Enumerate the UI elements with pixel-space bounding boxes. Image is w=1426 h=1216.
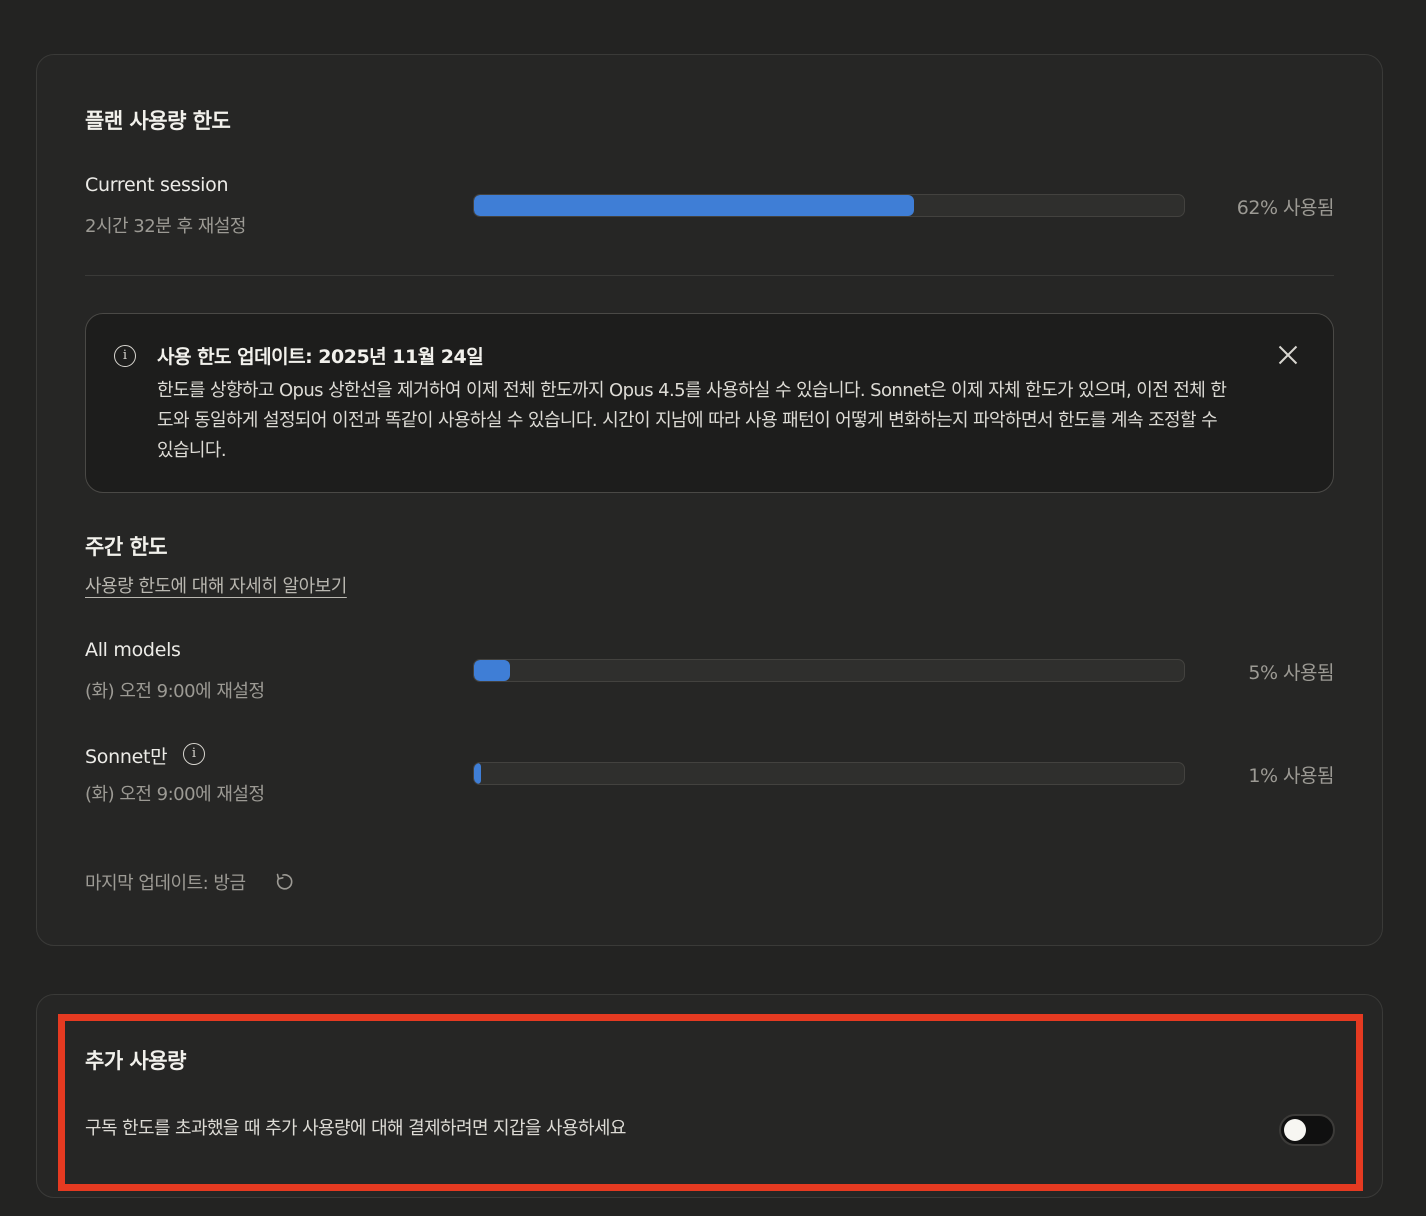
- all-models-reset: (화) 오전 9:00에 재설정: [85, 681, 265, 702]
- current-session-progress: [473, 194, 1185, 217]
- close-icon[interactable]: [1276, 342, 1300, 366]
- current-session-usage: 62% 사용됨: [1236, 197, 1335, 219]
- weekly-limits-heading: 주간 한도: [85, 535, 168, 559]
- notice-banner: i 사용 한도 업데이트: 2025년 11월 24일 한도를 상향하고 Opu…: [85, 313, 1334, 493]
- last-updated-text: 마지막 업데이트: 방금: [85, 873, 246, 894]
- sonnet-info-icon[interactable]: i: [183, 743, 205, 765]
- divider: [85, 275, 1334, 276]
- current-session-reset: 2시간 32분 후 재설정: [85, 216, 246, 237]
- all-models-progress-fill: [474, 660, 510, 681]
- sonnet-progress-fill: [474, 763, 482, 784]
- current-session-progress-fill: [474, 195, 915, 216]
- all-models-usage: 5% 사용됨: [1248, 662, 1334, 684]
- refresh-icon[interactable]: [274, 872, 294, 892]
- info-icon: i: [114, 345, 136, 367]
- current-session-label: Current session: [85, 174, 229, 196]
- toggle-knob: [1284, 1119, 1306, 1141]
- sonnet-reset: (화) 오전 9:00에 재설정: [85, 784, 265, 805]
- sonnet-progress: [473, 762, 1185, 785]
- notice-title: 사용 한도 업데이트: 2025년 11월 24일: [157, 346, 484, 368]
- extra-usage-toggle[interactable]: [1279, 1114, 1335, 1146]
- notice-body: 한도를 상향하고 Opus 상한선을 제거하여 이제 전체 한도까지 Opus …: [157, 380, 1227, 461]
- learn-more-link[interactable]: 사용량 한도에 대해 자세히 알아보기: [85, 572, 347, 598]
- all-models-label: All models: [85, 639, 181, 661]
- sonnet-label: Sonnet만: [85, 746, 168, 768]
- highlight-box: [58, 1014, 1363, 1191]
- plan-limits-heading: 플랜 사용량 한도: [85, 109, 231, 133]
- all-models-progress: [473, 659, 1185, 682]
- plan-limits-card: 플랜 사용량 한도 Current session 2시간 32분 후 재설정 …: [36, 54, 1383, 946]
- sonnet-usage: 1% 사용됨: [1248, 765, 1334, 787]
